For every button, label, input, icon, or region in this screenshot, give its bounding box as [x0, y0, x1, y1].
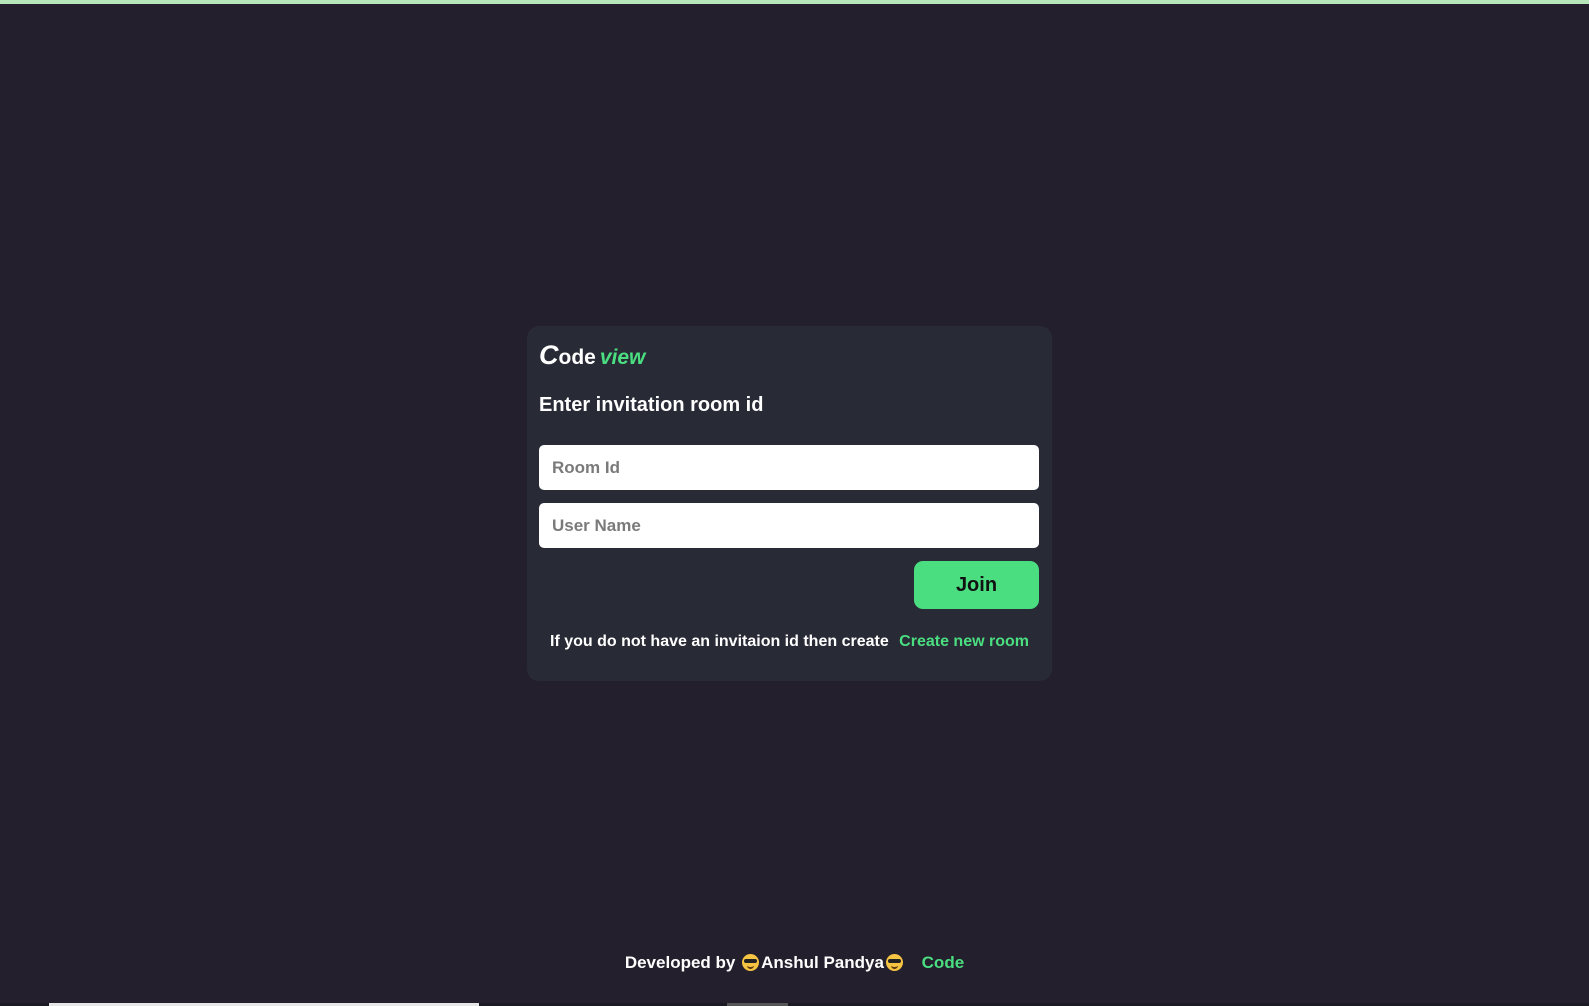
logo-accent-text: view	[599, 346, 646, 369]
room-id-input[interactable]	[539, 445, 1039, 490]
form-heading: Enter invitation room id	[539, 394, 764, 416]
logo-text: ode	[558, 346, 596, 369]
create-room-prompt: If you do not have an invitaion id then …	[527, 633, 1052, 651]
join-room-card: Codeview Enter invitation room id Join I…	[527, 326, 1052, 681]
user-name-input[interactable]	[539, 503, 1039, 548]
sunglasses-face-icon	[885, 954, 903, 971]
code-link[interactable]: Code	[922, 953, 965, 972]
create-new-room-link[interactable]: Create new room	[899, 633, 1029, 650]
app-logo: Code view	[539, 340, 645, 371]
create-room-text: If you do not have an invitaion id then …	[550, 633, 889, 650]
join-button[interactable]: Join	[914, 561, 1039, 609]
footer: Developed by Anshul Pandya Code	[0, 953, 1589, 973]
logo-first-letter: C	[539, 340, 559, 370]
top-progress-bar	[0, 0, 1589, 4]
author-name: Anshul Pandya	[761, 953, 884, 972]
sunglasses-face-icon	[742, 954, 760, 971]
developed-by-text: Developed by	[624, 953, 736, 972]
